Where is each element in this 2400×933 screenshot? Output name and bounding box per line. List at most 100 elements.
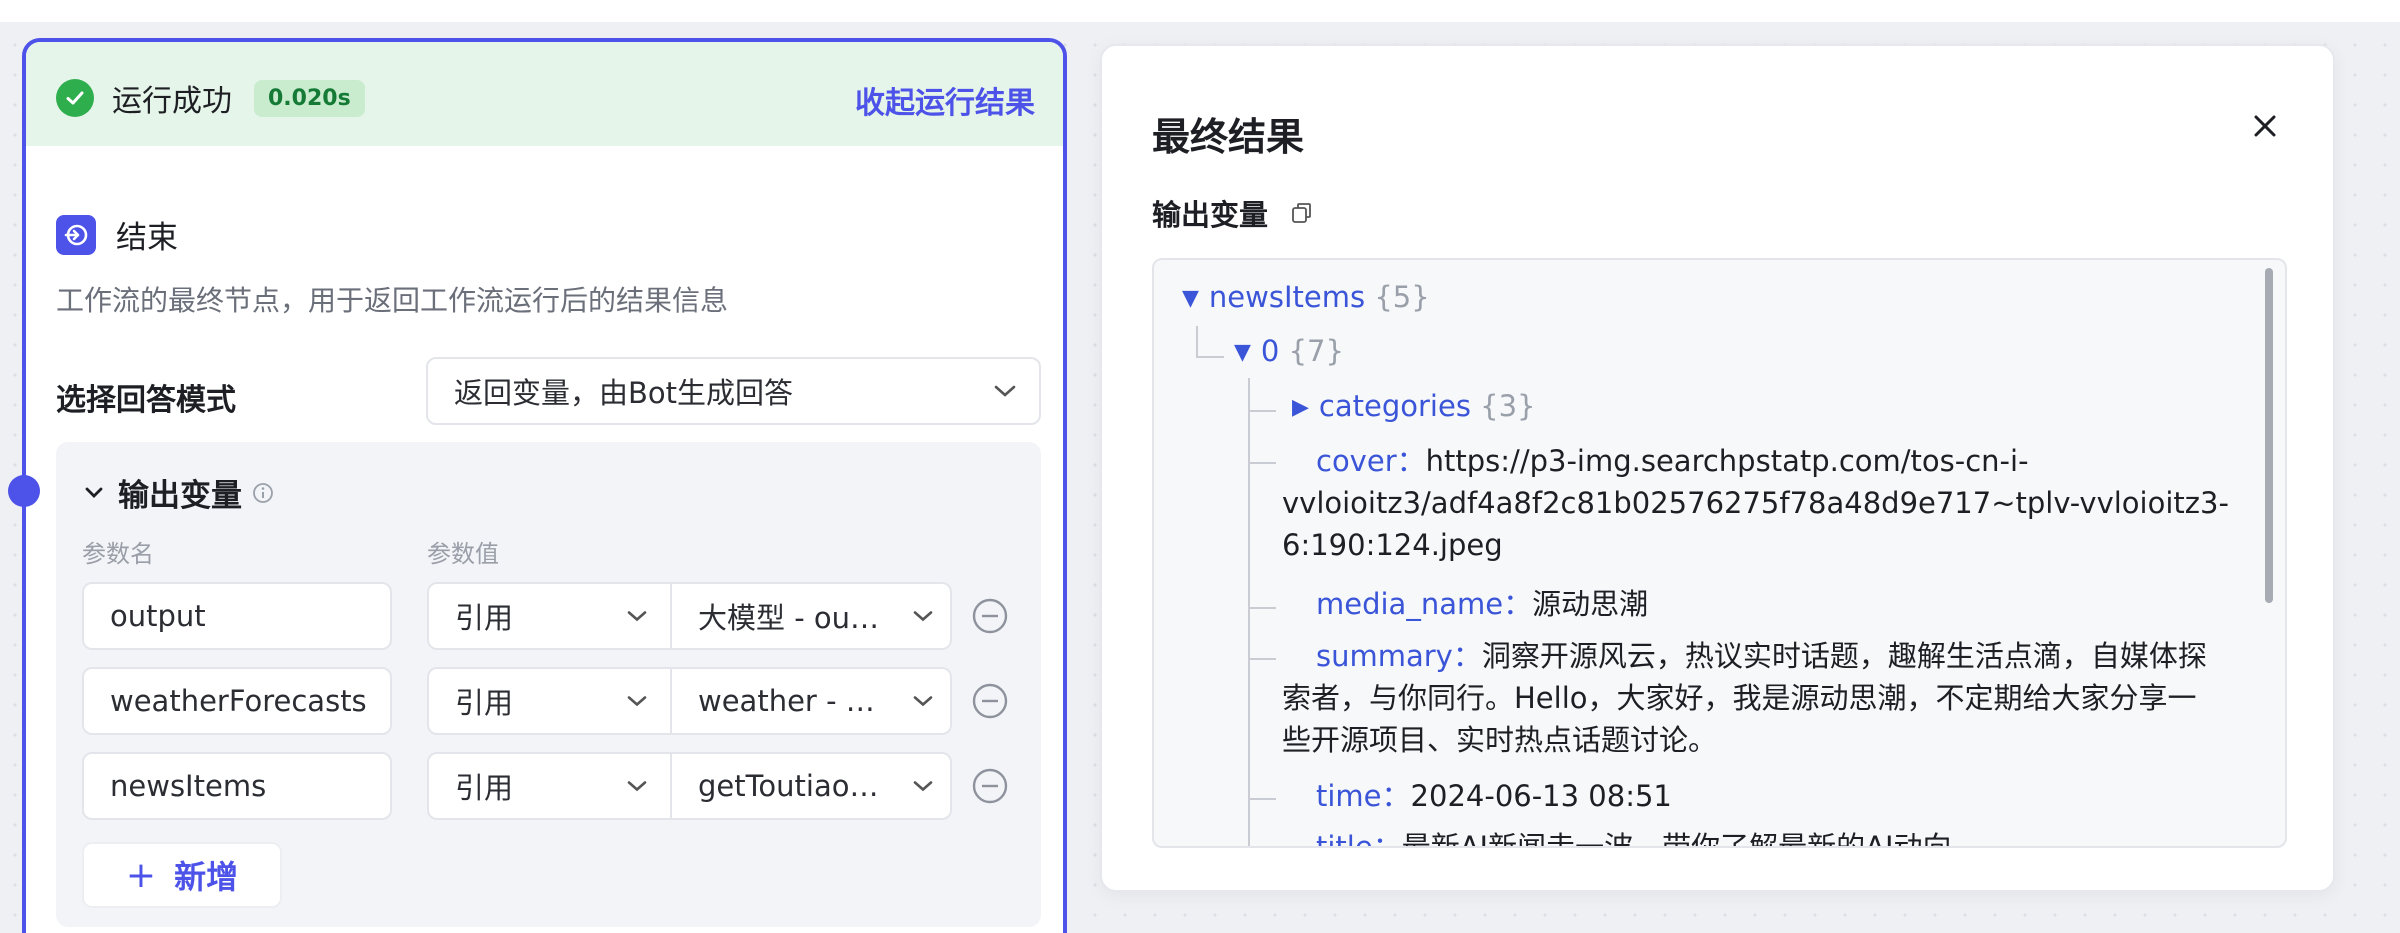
caret-right-icon[interactable]: ▶	[1292, 387, 1309, 429]
json-value: 最新AI新闻走一波，带你了解最新的AI动向	[1401, 830, 1952, 848]
answer-mode-select[interactable]: 返回变量，由Bot生成回答	[426, 357, 1041, 425]
json-value: 源动思潮	[1532, 587, 1649, 621]
json-field-media-name: media_name：源动思潮	[1316, 583, 1648, 625]
minus-circle-icon[interactable]	[970, 766, 1010, 806]
param-value-column-header: 参数值	[427, 540, 499, 568]
json-field-title: title：最新AI新闻走一波，带你了解最新的AI动向	[1316, 826, 1952, 848]
json-field-time: time：2024-06-13 08:51	[1316, 775, 1672, 817]
copy-icon[interactable]	[1290, 201, 1314, 225]
tree-guide-line	[1248, 658, 1276, 660]
json-tree-viewer[interactable]: ▼ newsItems {5} ▼ 0 {7} ▶ categories {3} co…	[1152, 258, 2287, 848]
chevron-down-icon[interactable]	[84, 486, 104, 500]
json-colon: ：	[1396, 444, 1426, 478]
chevron-down-icon	[912, 610, 934, 623]
json-key: time	[1316, 779, 1382, 813]
param-value-text: getToutiaoNe	[698, 769, 883, 803]
minus-circle-icon[interactable]	[970, 681, 1010, 721]
answer-mode-value: 返回变量，由Bot生成回答	[454, 376, 794, 410]
add-variable-button[interactable]: + 新增	[82, 842, 282, 908]
param-value-text: weather - d...	[698, 684, 883, 718]
json-colon: ：	[1452, 639, 1482, 673]
run-status: 运行成功 0.020s	[56, 76, 365, 120]
json-key: media_name	[1316, 587, 1504, 621]
json-key: 0	[1260, 334, 1280, 368]
json-count: {3}	[1480, 389, 1536, 423]
final-result-panel: 最终结果 输出变量 ▼ newsItems {5} ▼ 0 {7} ▶ cate…	[1100, 44, 2335, 892]
output-variable-row: output 引用 大模型 - out...	[82, 582, 1012, 650]
output-variable-row: weatherForecasts 引用 weather - d...	[82, 667, 1012, 735]
node-title-row: 结束	[56, 212, 178, 257]
json-value: 洞察开源风云，热议实时话题，趣解生活点滴，自媒体探	[1481, 639, 2207, 673]
json-colon: ：	[1372, 830, 1402, 848]
param-value-select[interactable]: getToutiaoNe	[672, 752, 952, 820]
input-port-handle[interactable]	[8, 475, 40, 507]
param-name-input[interactable]: weatherForecasts	[82, 667, 392, 735]
param-value-select[interactable]: 大模型 - out...	[672, 582, 952, 650]
chevron-down-icon	[626, 780, 648, 793]
ref-type-value: 引用	[455, 771, 514, 805]
json-key: categories	[1318, 389, 1471, 423]
json-value: https://p3-img.searchpstatp.com/tos-cn-i…	[1425, 444, 2029, 478]
run-result-banner: 运行成功 0.020s 收起运行结果	[26, 42, 1063, 146]
json-key: cover	[1316, 444, 1397, 478]
chevron-down-icon	[626, 610, 648, 623]
json-count: {7}	[1288, 334, 1344, 368]
collapse-results-link[interactable]: 收起运行结果	[855, 78, 1035, 122]
output-variables-section: 输出变量 参数名 参数值 output 引用 大模型 - out... weat	[56, 442, 1041, 927]
json-tree: ▼ newsItems {5} ▼ 0 {7} ▶ categories {3} co…	[1154, 260, 2254, 846]
plus-icon: +	[125, 854, 157, 896]
minus-circle-icon[interactable]	[970, 596, 1010, 636]
param-name-input[interactable]: newsItems	[82, 752, 392, 820]
caret-down-icon[interactable]: ▼	[1182, 278, 1199, 320]
chevron-down-icon	[993, 384, 1017, 398]
json-value: 2024-06-13 08:51	[1410, 779, 1672, 813]
output-vars-label: 输出变量	[1152, 198, 1269, 232]
tree-guide-line	[1248, 410, 1276, 412]
param-name-column-header: 参数名	[82, 540, 154, 568]
json-key: title	[1316, 830, 1373, 848]
result-panel-title: 最终结果	[1152, 115, 1305, 159]
output-vars-label-row: 输出变量	[1152, 192, 1314, 234]
output-variables-title: 输出变量	[118, 478, 242, 514]
json-field-summary: summary：洞察开源风云，热议实时话题，趣解生活点滴，自媒体探	[1316, 635, 2207, 677]
json-field-summary-line2: 索者，与你同行。Hello，大家好，我是源动思潮，不定期给大家分享一	[1282, 681, 2197, 715]
json-colon: ：	[1503, 587, 1533, 621]
json-colon: ：	[1381, 779, 1411, 813]
json-count: {5}	[1374, 280, 1430, 314]
end-node-card[interactable]: 运行成功 0.020s 收起运行结果 结束 工作流的最终节点，用于返回工作流运行…	[22, 38, 1067, 933]
end-node-icon	[56, 214, 96, 255]
info-icon[interactable]	[252, 482, 274, 504]
output-variables-header[interactable]: 输出变量	[84, 470, 274, 515]
json-field-cover-line3: 6:190:124.jpeg	[1282, 528, 1503, 562]
ref-type-select[interactable]: 引用	[427, 752, 672, 820]
close-icon[interactable]	[2245, 106, 2285, 146]
json-scrollbar[interactable]	[2265, 268, 2273, 603]
json-node-categories[interactable]: ▶ categories {3}	[1292, 385, 1536, 429]
param-value-select[interactable]: weather - d...	[672, 667, 952, 735]
chevron-down-icon	[912, 780, 934, 793]
ref-type-select[interactable]: 引用	[427, 667, 672, 735]
param-value-text: 大模型 - out...	[698, 601, 883, 635]
ref-type-select[interactable]: 引用	[427, 582, 672, 650]
json-field-cover-line2: vvloioitz3/adf4a8f2c81b02576275f78a48d9e…	[1282, 486, 2229, 520]
canvas-top-strip	[0, 0, 2400, 22]
json-field-cover: cover：https://p3-img.searchpstatp.com/to…	[1282, 440, 2282, 482]
json-node-item[interactable]: ▼ 0 {7}	[1234, 330, 1344, 374]
ref-type-value: 引用	[455, 686, 514, 720]
param-name-input[interactable]: output	[82, 582, 392, 650]
output-variable-row: newsItems 引用 getToutiaoNe	[82, 752, 1012, 820]
tree-guide-line	[1248, 798, 1276, 800]
run-time-badge: 0.020s	[254, 79, 365, 117]
chevron-down-icon	[912, 695, 934, 708]
json-key: summary	[1316, 639, 1453, 673]
node-description: 工作流的最终节点，用于返回工作流运行后的结果信息	[56, 284, 729, 317]
node-title: 结束	[116, 220, 178, 256]
ref-type-value: 引用	[455, 601, 514, 635]
caret-down-icon[interactable]: ▼	[1234, 332, 1251, 374]
answer-mode-label: 选择回答模式	[56, 383, 236, 418]
json-key: newsItems	[1208, 280, 1366, 314]
json-node-root[interactable]: ▼ newsItems {5}	[1182, 276, 1430, 320]
run-status-text: 运行成功	[112, 84, 232, 119]
json-field-summary-line3: 些开源项目、实时热点话题讨论。	[1282, 723, 1718, 757]
check-circle-icon	[56, 79, 94, 117]
